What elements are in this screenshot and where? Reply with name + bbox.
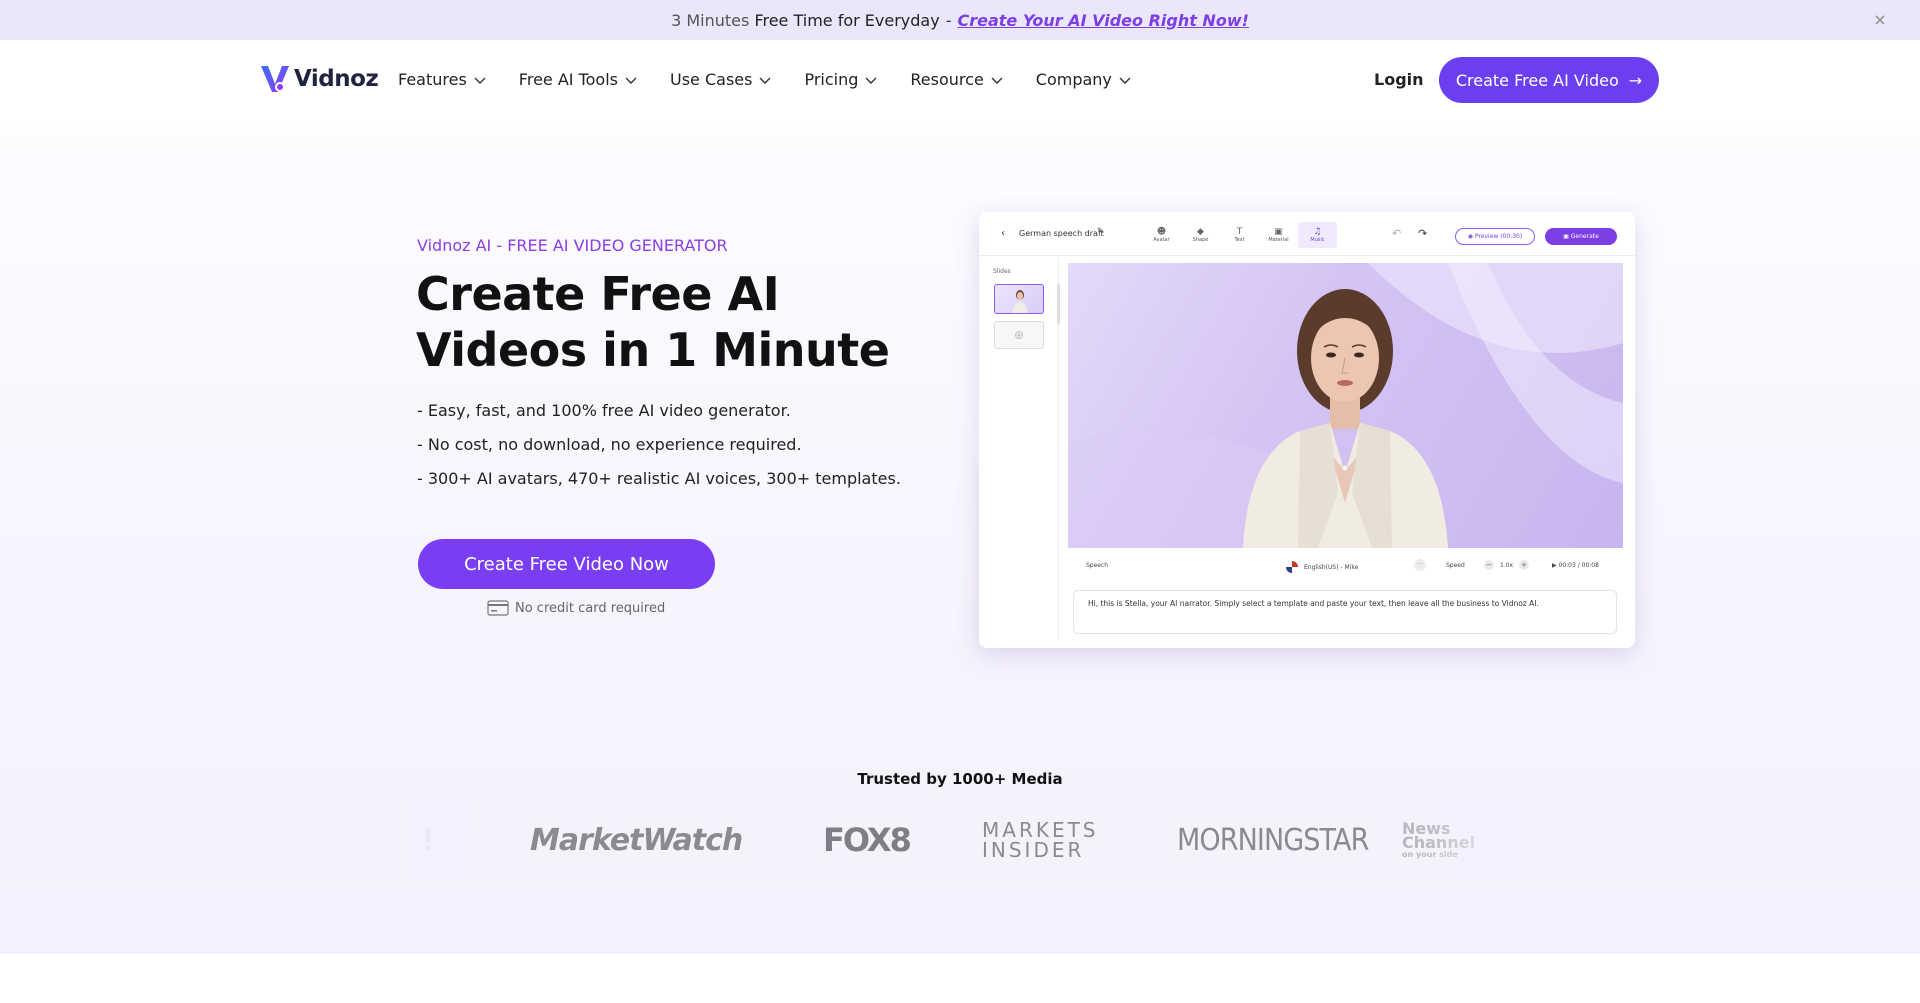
- logo-fade-right: [1425, 800, 1515, 880]
- back-icon: ‹: [1001, 228, 1005, 239]
- avatar-thumbnail-icon: [1012, 290, 1028, 313]
- chevron-down-icon: [865, 77, 877, 84]
- brand-logo-markets-insider: MARKETS INSIDER: [982, 810, 1099, 870]
- create-free-video-now-button[interactable]: Create Free Video Now: [418, 539, 715, 589]
- hero-bullets: - Easy, fast, and 100% free AI video gen…: [417, 394, 901, 496]
- tool-avatar: ☻ Avatar: [1142, 222, 1181, 248]
- minus-icon: −: [1484, 560, 1494, 570]
- hero-title: Create Free AI Videos in 1 Minute: [416, 267, 890, 377]
- hero-bullet: - Easy, fast, and 100% free AI video gen…: [417, 401, 791, 420]
- editor-tools: ☻ Avatar ◆ Shape T Text ▣ Material ♫ Music: [1142, 222, 1337, 248]
- slides-label: Slides: [993, 268, 1011, 275]
- chevron-down-icon: [991, 77, 1003, 84]
- chevron-down-icon: [625, 77, 637, 84]
- material-icon: ▣: [1274, 227, 1283, 237]
- menu-free-ai-tools[interactable]: Free AI Tools: [519, 70, 638, 89]
- menu-label: Use Cases: [670, 70, 753, 89]
- draft-title: German speech draft: [1019, 229, 1104, 238]
- arrow-right-icon: →: [1628, 70, 1643, 90]
- brand-logo-marketwatch: MarketWatch: [530, 822, 743, 858]
- promo-separator: -: [945, 10, 952, 30]
- speed-label: Speed: [1446, 562, 1465, 569]
- speech-label: Speech: [1086, 562, 1109, 569]
- speech-settings-bar: Speech English(US) - Mike ··· Speed − 1.…: [1068, 556, 1623, 576]
- text-icon: T: [1236, 227, 1243, 237]
- tool-label: Material: [1268, 237, 1289, 243]
- brand-text: MARKETS: [982, 818, 1099, 842]
- menu-label: Resource: [910, 70, 984, 89]
- cta-label: Create Free AI Video: [1455, 70, 1619, 90]
- logo-fade-left: [410, 800, 490, 880]
- preview-button: ◉ Preview (00:30): [1455, 228, 1535, 245]
- playback-time: ▶ 00:03 / 00:08: [1552, 562, 1599, 569]
- us-flag-icon: [1286, 561, 1298, 573]
- voice-name: English(US) - Mike: [1304, 563, 1359, 571]
- tool-music: ♫ Music: [1298, 222, 1337, 248]
- promo-lead-muted: 3 Minutes: [671, 10, 750, 30]
- avatar-presenter-image: [1068, 263, 1623, 548]
- login-link[interactable]: Login: [1374, 70, 1424, 89]
- logo[interactable]: Vidnoz: [258, 62, 379, 96]
- hero-bullet: - No cost, no download, no experience re…: [417, 435, 802, 454]
- menu-company[interactable]: Company: [1036, 70, 1132, 89]
- slide-thumbnail: [994, 284, 1044, 314]
- close-icon[interactable]: ×: [1870, 10, 1890, 30]
- chevron-down-icon: [474, 77, 486, 84]
- brand-text: INSIDER: [982, 838, 1085, 862]
- brand-logo-fox8: FOX8: [823, 821, 912, 859]
- slides-scrollbar: [1057, 284, 1060, 324]
- script-text: Hi, this is Stella, your AI narrator. Si…: [1073, 590, 1617, 634]
- voice-selector: English(US) - Mike: [1286, 561, 1358, 573]
- slides-panel: Slides ⊕: [987, 258, 1060, 640]
- more-icon: ···: [1414, 559, 1426, 571]
- menu-label: Features: [398, 70, 467, 89]
- chevron-down-icon: [1119, 77, 1131, 84]
- tool-label: Music: [1310, 237, 1325, 243]
- redo-icon: ↷: [1418, 227, 1428, 240]
- brand-logo-morningstar: MORNINGSTAR: [1177, 822, 1369, 858]
- shape-icon: ◆: [1197, 227, 1204, 237]
- tool-label: Avatar: [1153, 237, 1170, 243]
- editor-toolbar: ‹ German speech draft ✎ ☻ Avatar ◆ Shape T…: [979, 212, 1635, 256]
- main-menu: Features Free AI Tools Use Cases Pricing…: [398, 70, 1164, 89]
- edit-icon: ✎: [1097, 227, 1105, 237]
- menu-label: Pricing: [804, 70, 859, 89]
- menu-label: Free AI Tools: [518, 70, 618, 89]
- tool-material: ▣ Material: [1259, 222, 1298, 248]
- navbar: Vidnoz Features Free AI Tools Use Cases …: [0, 40, 1920, 120]
- generate-button: ▣ Generate: [1545, 228, 1617, 245]
- music-icon: ♫: [1313, 227, 1322, 237]
- menu-label: Company: [1035, 70, 1112, 89]
- menu-use-cases[interactable]: Use Cases: [670, 70, 772, 89]
- undo-icon: ↶: [1392, 227, 1402, 240]
- plus-icon: +: [1519, 560, 1530, 570]
- video-stage: [1068, 263, 1623, 548]
- hero-eyebrow: Vidnoz AI - FREE AI VIDEO GENERATOR: [417, 236, 728, 255]
- avatar-icon: ☻: [1156, 227, 1167, 237]
- tool-text: T Text: [1220, 222, 1259, 248]
- no-credit-card-text: No credit card required: [515, 600, 666, 616]
- hero-bullet: - 300+ AI avatars, 470+ realistic AI voi…: [417, 469, 901, 488]
- logo-text: Vidnoz: [294, 66, 379, 92]
- media-logos: ! MarketWatch FOX8 MARKETS INSIDER MORNI…: [417, 810, 1505, 870]
- speed-value: 1.0x: [1500, 561, 1514, 569]
- promo-banner: 3 Minutes Free Time for Everyday - Creat…: [0, 0, 1920, 40]
- promo-link[interactable]: Create Your AI Video Right Now!: [957, 11, 1248, 30]
- tool-label: Shape: [1192, 237, 1209, 243]
- menu-features[interactable]: Features: [398, 70, 487, 89]
- promo-lead: Free Time for Everyday: [754, 10, 940, 30]
- credit-card-icon: [487, 600, 509, 616]
- tool-shape: ◆ Shape: [1181, 222, 1220, 248]
- no-credit-card-note: No credit card required: [487, 600, 665, 616]
- tool-label: Text: [1234, 237, 1245, 243]
- trusted-heading: Trusted by 1000+ Media: [857, 770, 1063, 788]
- menu-pricing[interactable]: Pricing: [804, 70, 878, 89]
- menu-resource[interactable]: Resource: [910, 70, 1003, 89]
- add-slide-icon: ⊕: [994, 321, 1044, 349]
- speed-stepper: − 1.0x +: [1484, 560, 1530, 570]
- create-free-ai-video-button[interactable]: Create Free AI Video →: [1439, 57, 1659, 103]
- vidnoz-logo-icon: [261, 66, 289, 92]
- chevron-down-icon: [759, 77, 771, 84]
- editor-mockup: ‹ German speech draft ✎ ☻ Avatar ◆ Shape T…: [979, 212, 1635, 648]
